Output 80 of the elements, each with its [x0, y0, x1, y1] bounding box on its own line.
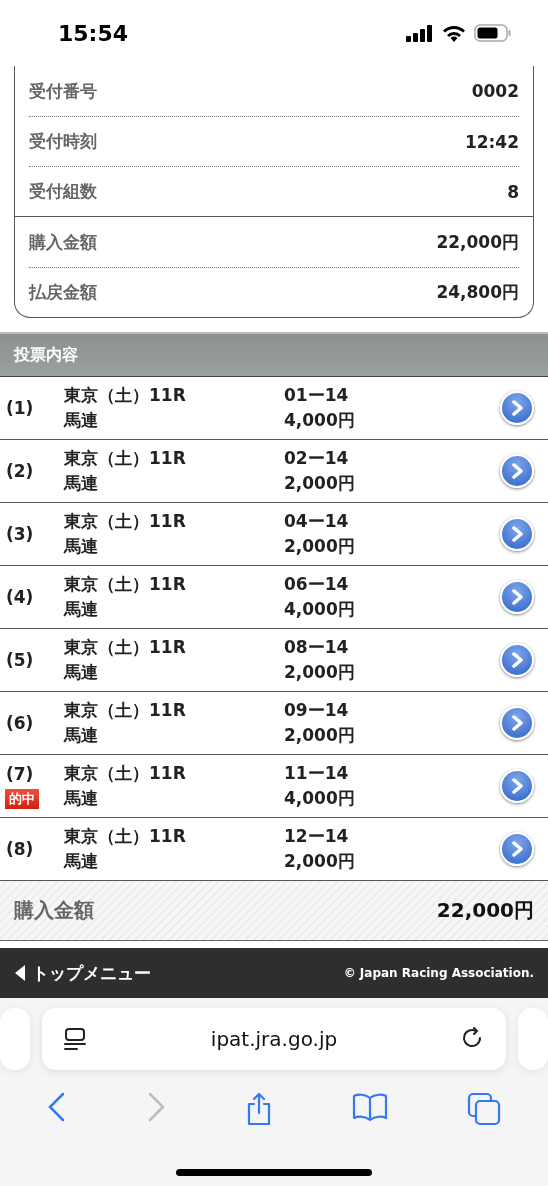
bet-type: 馬連: [64, 536, 98, 557]
clock: 15:54: [58, 20, 129, 46]
bet-amount: 2,000円: [284, 851, 355, 872]
chevron-icon: [510, 715, 524, 731]
race-name: 東京（土）11R: [64, 763, 186, 784]
race-name: 東京（土）11R: [64, 826, 186, 847]
battery-icon: [474, 24, 512, 42]
chevron-icon: [510, 526, 524, 542]
address-bar[interactable]: ipat.jra.go.jp: [42, 1008, 506, 1070]
race-name: 東京（土）11R: [64, 700, 186, 721]
top-menu-link[interactable]: トップメニュー: [14, 961, 151, 985]
field-value: 22,000円: [436, 230, 519, 254]
bet-amount: 2,000円: [284, 473, 355, 494]
wifi-icon: [442, 24, 466, 42]
field-label: 受付時刻: [29, 130, 97, 153]
field-label: 受付組数: [29, 180, 97, 203]
detail-button[interactable]: [500, 517, 534, 551]
total-value: 22,000円: [436, 897, 534, 924]
combination: 06ー14: [284, 574, 349, 595]
field-label: 払戻金額: [29, 281, 97, 304]
bet-type: 馬連: [64, 410, 98, 431]
bet-amount: 2,000円: [284, 536, 355, 557]
bet-amount: 2,000円: [284, 662, 355, 683]
chevron-icon: [510, 400, 524, 416]
bet-number: (4): [6, 586, 34, 608]
race-name: 東京（土）11R: [64, 574, 186, 595]
bet-type: 馬連: [64, 851, 98, 872]
url-text: ipat.jra.go.jp: [210, 1027, 338, 1051]
combination: 04ー14: [284, 511, 349, 532]
chevron-icon: [510, 652, 524, 668]
page-menu-icon[interactable]: [64, 1027, 86, 1051]
combination: 12ー14: [284, 826, 349, 847]
bet-number: (8): [6, 838, 34, 860]
combination: 02ー14: [284, 448, 349, 469]
bet-number: (3): [6, 523, 34, 545]
detail-button[interactable]: [500, 832, 534, 866]
field-label: 購入金額: [29, 230, 97, 254]
detail-button[interactable]: [500, 454, 534, 488]
bet-amount: 4,000円: [284, 599, 355, 620]
detail-button[interactable]: [500, 580, 534, 614]
bet-amount: 2,000円: [284, 725, 355, 746]
combination: 09ー14: [284, 700, 349, 721]
race-name: 東京（土）11R: [64, 637, 186, 658]
bet-type: 馬連: [64, 473, 98, 494]
field-value: 0002: [471, 81, 519, 101]
detail-button[interactable]: [500, 706, 534, 740]
bet-type: 馬連: [64, 725, 98, 746]
chevron-icon: [510, 589, 524, 605]
field-value: 8: [507, 181, 519, 202]
copyright: © Japan Racing Association.: [343, 966, 534, 980]
bet-number: (5): [6, 649, 34, 671]
bet-type: 馬連: [64, 662, 98, 683]
field-value: 12:42: [464, 131, 519, 152]
bet-type: 馬連: [64, 788, 98, 809]
chevron-icon: [510, 841, 524, 857]
chevron-icon: [510, 463, 524, 479]
race-name: 東京（土）11R: [64, 385, 186, 406]
field-value: 24,800円: [436, 281, 519, 304]
bet-number: (1): [6, 397, 34, 419]
bet-type: 馬連: [64, 599, 98, 620]
bet-amount: 4,000円: [284, 410, 355, 431]
combination: 11ー14: [284, 763, 349, 784]
bet-amount: 4,000円: [284, 788, 355, 809]
detail-button[interactable]: [500, 643, 534, 677]
total-label: 購入金額: [14, 897, 94, 924]
hit-badge: 的中: [5, 788, 39, 809]
chevron-icon: [510, 778, 524, 794]
detail-button[interactable]: [500, 769, 534, 803]
race-name: 東京（土）11R: [64, 448, 186, 469]
combination: 08ー14: [284, 637, 349, 658]
combination: 01ー14: [284, 385, 349, 406]
detail-button[interactable]: [500, 391, 534, 425]
bet-number: (6): [6, 712, 34, 734]
field-label: 受付番号: [29, 79, 97, 103]
signal-icon: [406, 24, 434, 42]
caret-icon: [14, 964, 26, 982]
bet-number: (7): [6, 763, 34, 785]
section-header: 投票内容: [0, 332, 548, 377]
race-name: 東京（土）11R: [64, 511, 186, 532]
bet-number: (2): [6, 460, 34, 482]
